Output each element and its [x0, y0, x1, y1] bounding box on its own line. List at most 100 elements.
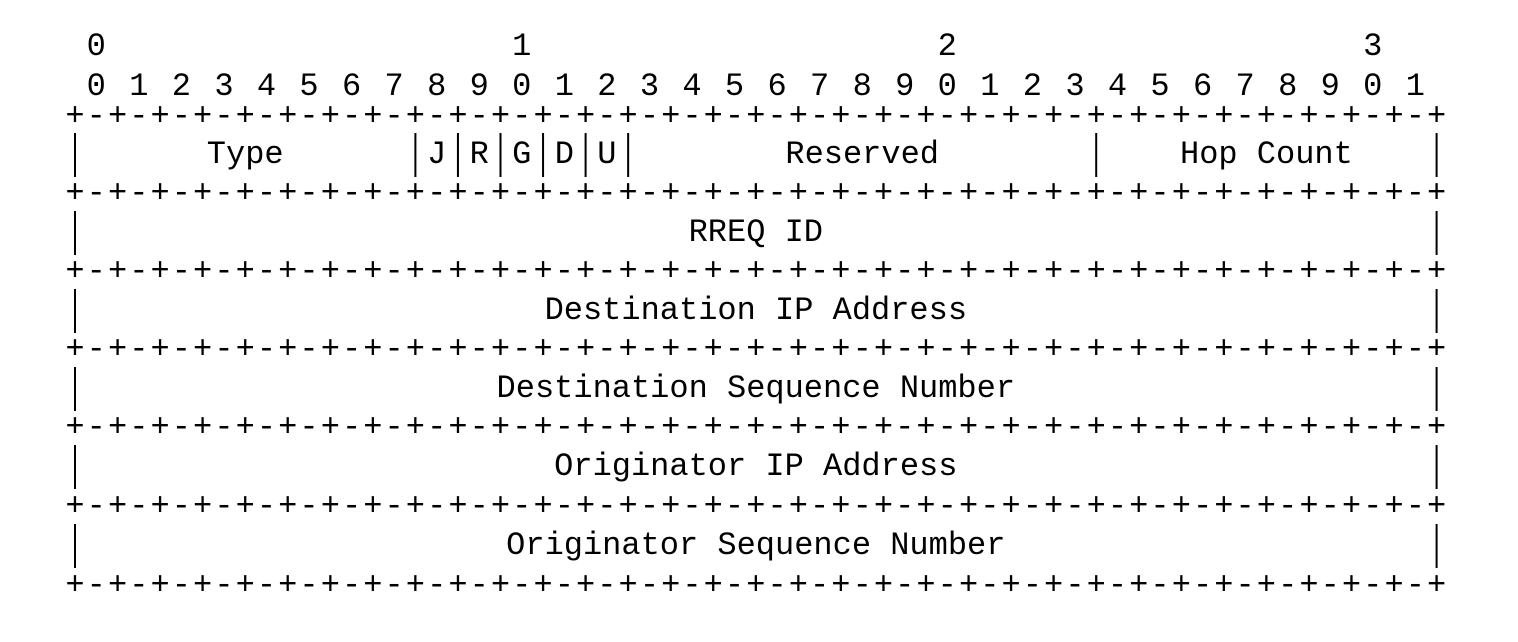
separator-plus: + [1001, 331, 1020, 368]
separator-dash: - [597, 409, 616, 446]
separator-dash: - [895, 175, 914, 212]
field-destination-ip-address: Destination IP Address [545, 292, 967, 329]
separator-plus: + [746, 253, 765, 290]
separator-plus: + [448, 253, 467, 290]
separator-dash: - [342, 488, 361, 525]
separator-plus: + [406, 253, 425, 290]
separator-dash: - [1108, 409, 1127, 446]
separator-dash: - [214, 409, 233, 446]
separator-dash: - [172, 409, 191, 446]
separator-dash: - [342, 98, 361, 135]
separator-dash: - [1236, 567, 1255, 604]
separator-dash: - [1023, 175, 1042, 212]
separator-dash: - [470, 409, 489, 446]
separator-plus: + [150, 175, 169, 212]
separator-dash: - [1023, 488, 1042, 525]
separator-plus: + [193, 98, 212, 135]
separator-plus: + [916, 98, 935, 135]
separator-dash: - [512, 98, 531, 135]
separator-dash: - [1108, 567, 1127, 604]
separator-dash: - [214, 98, 233, 135]
separator-dash: - [938, 488, 957, 525]
separator-plus: + [1129, 175, 1148, 212]
separator-dash: - [1321, 488, 1340, 525]
separator-dash: - [1278, 175, 1297, 212]
separator-plus: + [959, 409, 978, 446]
separator-plus: + [746, 98, 765, 135]
separator-dash: - [853, 409, 872, 446]
separator-plus: + [1427, 409, 1446, 446]
separator-plus: + [1044, 253, 1063, 290]
separator-plus: + [448, 409, 467, 446]
separator-dash: - [597, 488, 616, 525]
separator-plus: + [491, 253, 510, 290]
separator-plus: + [619, 331, 638, 368]
separator-dash: - [1406, 253, 1425, 290]
field-row: Originator Sequence Number [74, 524, 1438, 568]
separator-plus: + [193, 253, 212, 290]
separator-dash: - [87, 488, 106, 525]
separator-plus: + [619, 567, 638, 604]
separator-dash: - [895, 488, 914, 525]
separator-dash: - [682, 98, 701, 135]
separator-dash: - [767, 98, 786, 135]
separator-plus: + [704, 175, 723, 212]
separator-plus: + [619, 98, 638, 135]
separator-plus: + [1087, 331, 1106, 368]
separator-dash: - [257, 98, 276, 135]
separator-dash: - [299, 331, 318, 368]
separator-plus: + [491, 488, 510, 525]
separator-plus: + [1044, 331, 1063, 368]
field-originator-sequence-number: Originator Sequence Number [506, 527, 1005, 564]
separator-dash: - [725, 98, 744, 135]
separator-dash: - [1065, 98, 1084, 135]
separator-plus: + [619, 409, 638, 446]
separator-plus: + [959, 488, 978, 525]
separator-dash: - [1150, 175, 1169, 212]
separator-plus: + [65, 175, 84, 212]
separator-dash: - [938, 567, 957, 604]
separator-plus: + [704, 331, 723, 368]
separator-plus: + [704, 253, 723, 290]
separator-dash: - [810, 253, 829, 290]
separator-plus: + [959, 567, 978, 604]
separator-plus: + [1001, 488, 1020, 525]
separator-dash: - [385, 331, 404, 368]
separator-plus: + [65, 567, 84, 604]
separator-dash: - [385, 98, 404, 135]
separator-dash: - [725, 331, 744, 368]
separator-dash: - [172, 331, 191, 368]
separator-plus: + [533, 331, 552, 368]
separator-plus: + [533, 488, 552, 525]
separator-dash: - [640, 175, 659, 212]
separator-dash: - [427, 331, 446, 368]
separator-dash: - [1150, 409, 1169, 446]
separator-dash: - [299, 175, 318, 212]
separator-dash: - [214, 331, 233, 368]
separator-plus: + [619, 175, 638, 212]
separator-dash: - [1236, 409, 1255, 446]
separator-plus: + [1342, 253, 1361, 290]
separator-dash: - [299, 409, 318, 446]
separator-plus: + [661, 98, 680, 135]
separator-dash: - [1065, 331, 1084, 368]
separator-plus: + [874, 175, 893, 212]
separator-dash: - [172, 98, 191, 135]
separator-dash: - [1236, 175, 1255, 212]
separator-plus: + [65, 331, 84, 368]
separator-plus: + [1172, 409, 1191, 446]
separator-plus: + [321, 175, 340, 212]
separator-dash: - [938, 253, 957, 290]
separator-dash: - [257, 331, 276, 368]
packet-format-diagram: 0123 01234567890123456789012345678901 + -… [65, 28, 1446, 604]
separator-dash: - [640, 488, 659, 525]
separator-plus: + [363, 409, 382, 446]
separator-plus: + [150, 567, 169, 604]
separator-dash: - [555, 331, 574, 368]
separator-plus: + [789, 331, 808, 368]
field-u: U [597, 136, 616, 173]
field-j: J [427, 136, 446, 173]
separator-dash: - [895, 409, 914, 446]
separator-dash: - [1278, 409, 1297, 446]
separator-plus: + [150, 98, 169, 135]
